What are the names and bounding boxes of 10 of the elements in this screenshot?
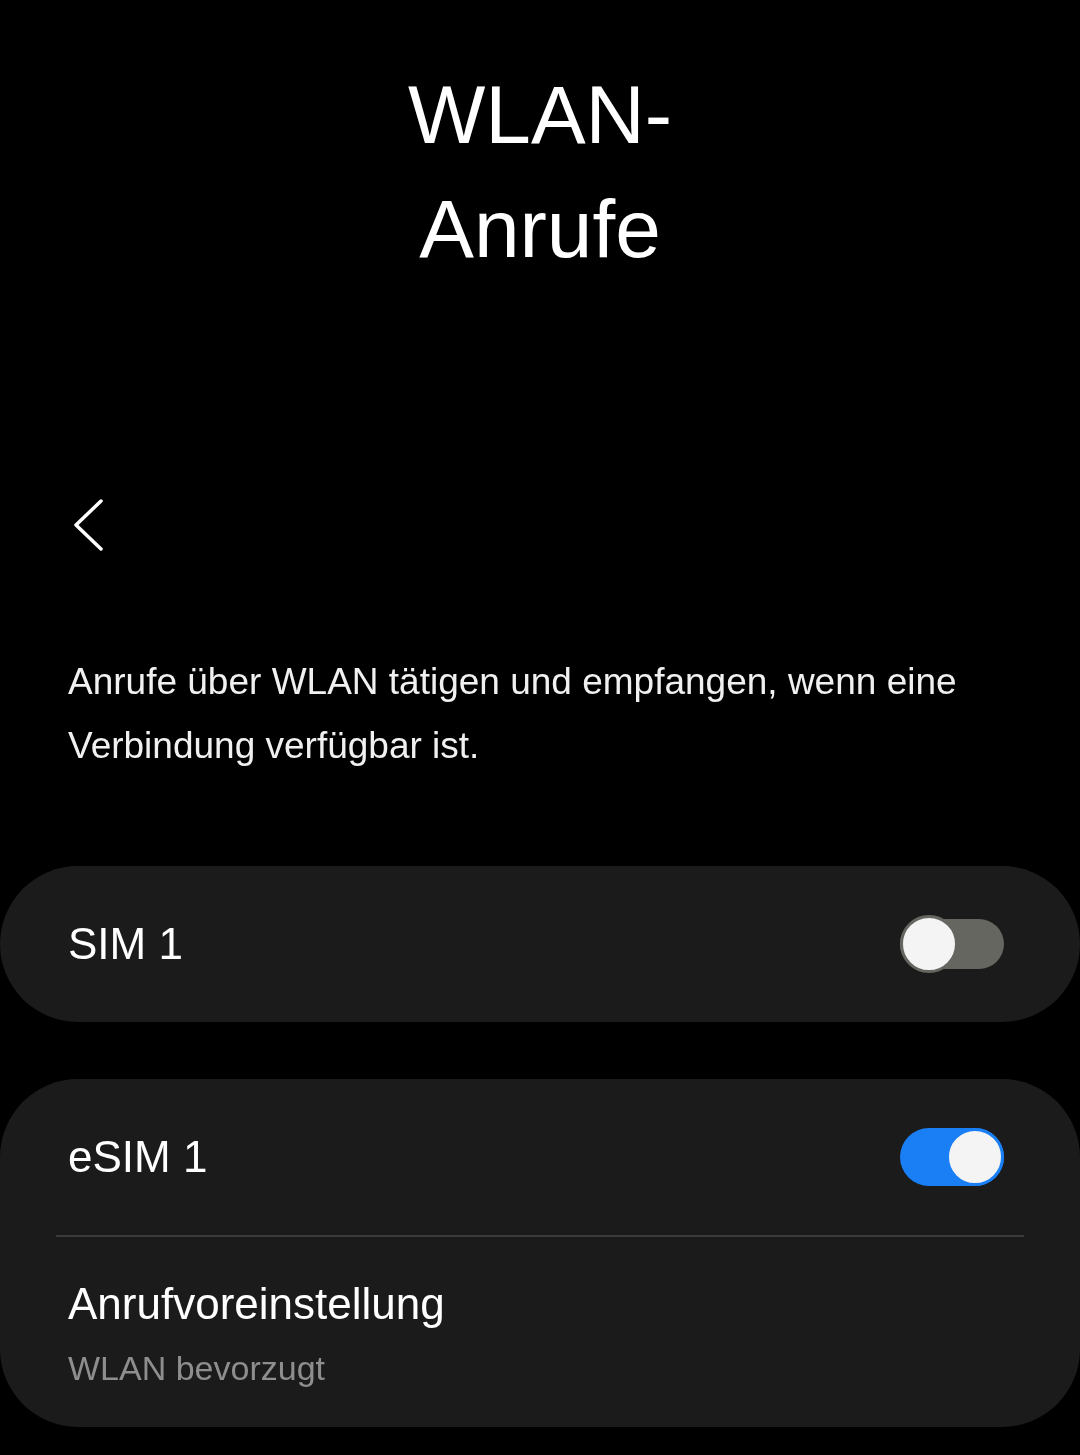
- page-title: WLAN-Anrufe: [406, 68, 674, 276]
- description-text: Anrufe über WLAN tätigen und empfangen, wenn eine Verbindung verfügbar ist.: [68, 660, 958, 768]
- setting-label: SIM 1: [68, 918, 183, 970]
- toggle-switch[interactable]: [900, 915, 1004, 973]
- setting-label: eSIM 1: [68, 1131, 208, 1183]
- toggle-switch[interactable]: [900, 1128, 1004, 1186]
- setting-value: WLAN bevorzugt: [68, 1347, 325, 1389]
- setting-row[interactable]: Anrufvoreinstellung WLAN bevorzugt: [56, 1237, 1024, 1427]
- back-icon[interactable]: [72, 498, 104, 552]
- setting-label: Anrufvoreinstellung: [68, 1277, 445, 1330]
